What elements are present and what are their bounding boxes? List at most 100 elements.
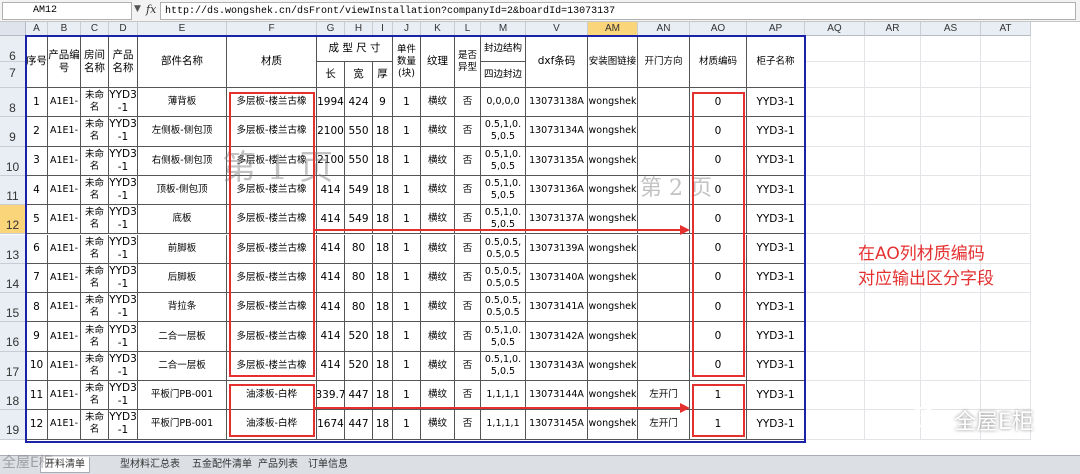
cell-product-name[interactable]: YYD3-1 (109, 205, 138, 235)
cell-width[interactable]: 520 (345, 351, 373, 381)
cell-seq[interactable]: 12 (26, 410, 48, 440)
cell-room-name[interactable]: 未命名 (81, 205, 109, 235)
cell-dxf-barcode[interactable]: 13073138A (526, 88, 588, 118)
cell-part-name[interactable]: 左侧板-侧包顶 (138, 117, 227, 147)
cell-part-name[interactable]: 二合一层板 (138, 351, 227, 381)
cell-door-direction[interactable] (638, 117, 690, 147)
cell-door-direction[interactable]: 左开门 (638, 381, 690, 411)
cell-width[interactable]: 447 (345, 410, 373, 440)
cell-product-code[interactable]: A1E1- (48, 410, 81, 440)
cell-product-name[interactable]: YYD3-1 (109, 351, 138, 381)
cell-product-name[interactable]: YYD3-1 (109, 88, 138, 118)
cell-qty[interactable]: 1 (393, 234, 421, 264)
cell-part-name[interactable]: 右侧板-侧包顶 (138, 146, 227, 176)
cell-cabinet-name[interactable]: YYD3-1 (747, 175, 805, 206)
cell-material-code[interactable]: 0 (690, 234, 747, 264)
empty-cell[interactable] (921, 36, 981, 62)
column-header-C[interactable]: C (81, 22, 109, 36)
cell-edge[interactable]: 0.5,0.5,0.5,0.5 (481, 234, 526, 264)
cell-seq[interactable]: 1 (26, 88, 48, 118)
cell-thickness[interactable]: 9 (373, 88, 393, 118)
cell-door-direction[interactable] (638, 88, 690, 118)
cell-qty[interactable]: 1 (393, 293, 421, 323)
cell-room-name[interactable]: 未命名 (81, 351, 109, 381)
cell-product-code[interactable]: A1E1- (48, 88, 81, 118)
cell-product-name[interactable]: YYD3-1 (109, 146, 138, 176)
cell-part-name[interactable]: 平板门PB-001 (138, 381, 227, 411)
cell-special-shape[interactable]: 否 (455, 410, 481, 440)
cell-length[interactable]: 414 (317, 351, 345, 381)
cell-part-name[interactable]: 背拉条 (138, 293, 227, 323)
cell-texture[interactable]: 横纹 (421, 146, 455, 176)
cell-thickness[interactable]: 18 (373, 351, 393, 381)
cell-thickness[interactable]: 18 (373, 322, 393, 352)
empty-cell[interactable] (921, 205, 981, 235)
column-header-M[interactable]: M (481, 22, 526, 36)
empty-cell[interactable] (921, 117, 981, 147)
cell-seq[interactable]: 9 (26, 322, 48, 352)
cell-length[interactable]: 414 (317, 234, 345, 264)
cell-product-name[interactable]: YYD3-1 (109, 293, 138, 323)
cell-seq[interactable]: 8 (26, 293, 48, 323)
empty-cell[interactable] (921, 351, 981, 381)
row-header-19[interactable]: 19 (0, 410, 26, 440)
cell-product-code[interactable]: A1E1- (48, 234, 81, 264)
cell-room-name[interactable]: 未命名 (81, 263, 109, 294)
column-header-E[interactable]: E (138, 22, 227, 36)
cell-texture[interactable]: 横纹 (421, 381, 455, 411)
cell-texture[interactable]: 横纹 (421, 234, 455, 264)
cell-seq[interactable]: 6 (26, 234, 48, 264)
empty-cell[interactable] (805, 234, 865, 264)
cell-seq[interactable]: 3 (26, 146, 48, 176)
cell-product-code[interactable]: A1E1- (48, 381, 81, 411)
cell-material-code[interactable]: 0 (690, 293, 747, 323)
empty-cell[interactable] (805, 88, 865, 118)
empty-cell[interactable] (865, 146, 921, 176)
row-header-14[interactable]: 14 (0, 263, 26, 294)
cell-part-name[interactable]: 薄背板 (138, 88, 227, 118)
row-header-9[interactable]: 9 (0, 117, 26, 147)
cell-special-shape[interactable]: 否 (455, 88, 481, 118)
row-header-7[interactable]: 7 (0, 62, 26, 88)
cell-material[interactable]: 多层板-楼兰古橡 (227, 293, 317, 323)
empty-cell[interactable] (865, 293, 921, 323)
cell-dxf-barcode[interactable]: 13073134A (526, 117, 588, 147)
cell-length[interactable]: 414 (317, 293, 345, 323)
empty-cell[interactable] (865, 175, 921, 206)
cell-thickness[interactable]: 18 (373, 175, 393, 206)
cell-product-name[interactable]: YYD3-1 (109, 175, 138, 206)
cell-door-direction[interactable] (638, 293, 690, 323)
cell-install-link[interactable]: wongshek (588, 263, 638, 294)
empty-cell[interactable] (981, 117, 1031, 147)
empty-cell[interactable] (805, 293, 865, 323)
cell-room-name[interactable]: 未命名 (81, 322, 109, 352)
column-header-AT[interactable]: AT (981, 22, 1031, 36)
cell-special-shape[interactable]: 否 (455, 263, 481, 294)
cell-door-direction[interactable] (638, 263, 690, 294)
cell-room-name[interactable]: 未命名 (81, 293, 109, 323)
column-header-AN[interactable]: AN (638, 22, 690, 36)
formula-input[interactable]: http://ds.wongshek.cn/dsFront/viewInstal… (160, 2, 1076, 20)
cell-dxf-barcode[interactable]: 13073142A (526, 322, 588, 352)
empty-cell[interactable] (921, 62, 981, 88)
empty-cell[interactable] (865, 351, 921, 381)
cell-length[interactable]: 339.7 (317, 381, 345, 411)
cell-material[interactable]: 多层板-楼兰古橡 (227, 117, 317, 147)
cell-product-code[interactable]: A1E1- (48, 205, 81, 235)
sheet-tab-1[interactable]: 型材料汇总表 (116, 457, 184, 473)
column-header-AO[interactable]: AO (690, 22, 747, 36)
column-header-L[interactable]: L (455, 22, 481, 36)
cell-seq[interactable]: 2 (26, 117, 48, 147)
row-header-17[interactable]: 17 (0, 351, 26, 381)
cell-part-name[interactable]: 二合一层板 (138, 322, 227, 352)
cell-special-shape[interactable]: 否 (455, 117, 481, 147)
cell-dxf-barcode[interactable]: 13073140A (526, 263, 588, 294)
empty-cell[interactable] (865, 205, 921, 235)
cell-width[interactable]: 549 (345, 175, 373, 206)
cell-width[interactable]: 80 (345, 234, 373, 264)
cell-qty[interactable]: 1 (393, 205, 421, 235)
cell-width[interactable]: 550 (345, 146, 373, 176)
cell-material[interactable]: 多层板-楼兰古橡 (227, 175, 317, 206)
empty-cell[interactable] (981, 88, 1031, 118)
cell-length[interactable]: 1674 (317, 410, 345, 440)
